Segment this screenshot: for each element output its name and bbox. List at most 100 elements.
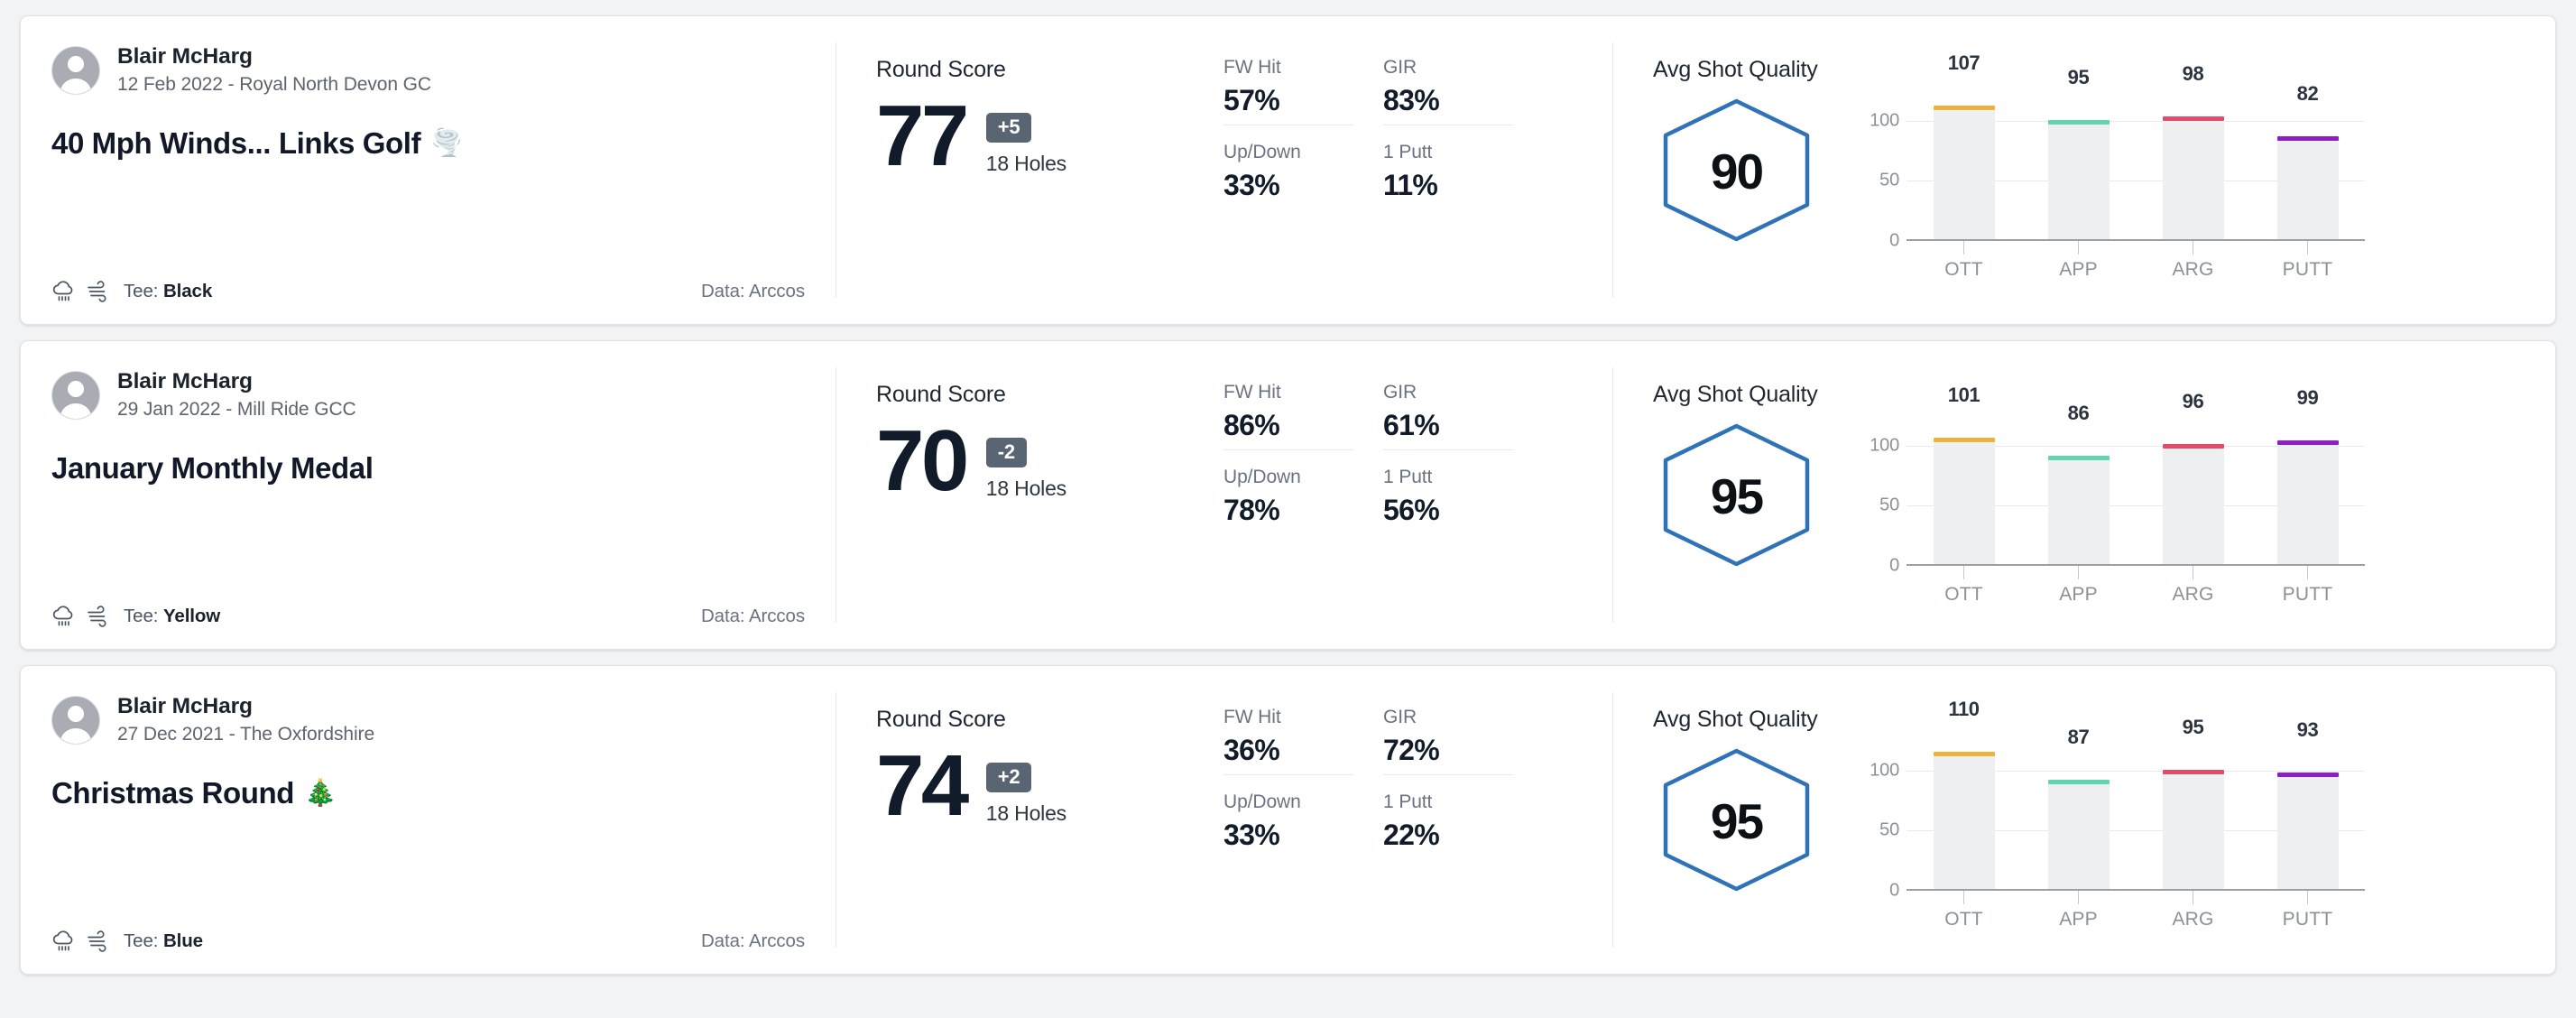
score-column: Round Score 77 +5 18 Holes bbox=[876, 57, 1223, 324]
tee-prefix: Tee: bbox=[124, 606, 163, 626]
round-card-3[interactable]: Blair McHarg 27 Dec 2021 - The Oxfordshi… bbox=[20, 665, 2556, 975]
chart-bars: 110 87 95 93 bbox=[1907, 698, 2365, 889]
stat-gir-value: 83% bbox=[1383, 84, 1440, 116]
chart-y-tick-label: 100 bbox=[1870, 435, 1899, 456]
data-source-label: Data: Arccos bbox=[701, 930, 805, 952]
data-source-value: Arccos bbox=[748, 930, 805, 951]
tee-color-value: Black bbox=[162, 281, 213, 301]
holes-played-label: 18 Holes bbox=[985, 152, 1066, 175]
rain-cloud-icon bbox=[52, 606, 73, 626]
chart-bar-column bbox=[2276, 135, 2339, 239]
chart-bar-value-label: 86 bbox=[2067, 402, 2090, 425]
round-info-section: Blair McHarg 12 Feb 2022 - Royal North D… bbox=[21, 16, 836, 324]
chart-bar[interactable]: 82 bbox=[2269, 82, 2347, 239]
chart-bar-column bbox=[1933, 106, 1995, 239]
chart-bar-cap bbox=[2047, 780, 2110, 784]
round-card-2[interactable]: Blair McHarg 29 Jan 2022 - Mill Ride GCC… bbox=[20, 340, 2556, 650]
stat-one-putt-value: 56% bbox=[1383, 494, 1440, 526]
chart-y-tick-label: 50 bbox=[1879, 170, 1899, 190]
chart-bar[interactable]: 95 bbox=[2155, 716, 2232, 889]
score-section: Round Score 77 +5 18 Holes FW Hit 57% GI… bbox=[836, 16, 1612, 324]
data-source-label: Data: Arccos bbox=[701, 606, 805, 627]
chart-x-tick bbox=[2155, 891, 2232, 907]
shot-quality-hexagon: 95 bbox=[1653, 421, 1820, 569]
chart-x-tick bbox=[2040, 566, 2118, 582]
chart-bar[interactable]: 86 bbox=[2040, 402, 2118, 564]
stat-gir-label: GIR bbox=[1383, 707, 1417, 727]
round-title-emoji: 🌪️ bbox=[430, 129, 463, 158]
stat-gir-value: 72% bbox=[1383, 734, 1440, 766]
chart-bar[interactable]: 95 bbox=[2040, 66, 2118, 239]
round-card-1[interactable]: Blair McHarg 12 Feb 2022 - Royal North D… bbox=[20, 15, 2556, 325]
chart-bar-value-label: 82 bbox=[2296, 81, 2319, 105]
chart-bar-cap bbox=[2276, 773, 2339, 777]
stat-one-putt-value: 11% bbox=[1383, 169, 1438, 201]
chart-bar[interactable]: 96 bbox=[2155, 390, 2232, 564]
chart-bar-value-label: 99 bbox=[2296, 386, 2319, 409]
chart-bar[interactable]: 110 bbox=[1925, 698, 2003, 889]
chart-bar[interactable]: 107 bbox=[1925, 51, 2003, 239]
chart-x-tick bbox=[2269, 891, 2347, 907]
chart-bar-value-label: 110 bbox=[1948, 698, 1980, 721]
player-meta: Blair McHarg 29 Jan 2022 - Mill Ride GCC bbox=[117, 369, 356, 421]
stat-gir: GIR 61% bbox=[1383, 382, 1514, 450]
chart-x-label: OTT bbox=[1944, 584, 1983, 605]
round-title-text: Christmas Round bbox=[51, 776, 295, 810]
chart-bar-cap bbox=[1933, 752, 1995, 757]
stat-gir-label: GIR bbox=[1383, 382, 1417, 403]
round-title: 40 Mph Winds... Links Golf 🌪️ bbox=[51, 126, 805, 161]
chart-bar-value-label: 95 bbox=[2182, 716, 2204, 739]
chart-x-label: PUTT bbox=[2282, 909, 2333, 930]
chart-bar[interactable]: 93 bbox=[2269, 718, 2347, 889]
hexagon-score-value: 95 bbox=[1711, 468, 1764, 524]
chart-x-label: ARG bbox=[2172, 259, 2214, 280]
chart-bar-cap bbox=[2162, 444, 2224, 449]
stat-one-putt-label: 1 Putt bbox=[1383, 467, 1433, 487]
hexagon-badge-icon: 90 bbox=[1663, 98, 1810, 242]
stat-one-putt: 1 Putt 22% bbox=[1383, 791, 1514, 859]
player-name: Blair McHarg bbox=[117, 694, 253, 718]
chart-bar-cap bbox=[2162, 116, 2224, 122]
shot-quality-hexagon: 90 bbox=[1653, 97, 1820, 244]
stat-gir-label: GIR bbox=[1383, 57, 1417, 78]
condition-icons bbox=[51, 280, 112, 303]
card-footer: Tee: Black Data: Arccos bbox=[51, 259, 805, 324]
chart-x-tick-mark bbox=[2307, 566, 2308, 579]
score-section: Round Score 70 -2 18 Holes FW Hit 86% GI… bbox=[836, 341, 1612, 649]
stat-up-down-label: Up/Down bbox=[1223, 467, 1301, 487]
chart-y-tick-label: 0 bbox=[1889, 555, 1899, 576]
stats-grid: FW Hit 86% GIR 61% Up/Down 78% 1 Putt 56… bbox=[1223, 382, 1514, 649]
tee-color-value: Blue bbox=[162, 930, 203, 951]
chart-x-ticks bbox=[1907, 566, 2365, 582]
rain-cloud-icon bbox=[52, 930, 73, 951]
stat-fw-hit: FW Hit 57% bbox=[1223, 57, 1354, 125]
avatar bbox=[51, 370, 100, 420]
chart-bar-value-label: 96 bbox=[2182, 390, 2204, 412]
chart-y-tick-label: 0 bbox=[1889, 880, 1899, 901]
round-score-label: Round Score bbox=[876, 707, 1006, 732]
shot-quality-section: Avg Shot Quality 90 100 50 0 107 95 98 82 OTT… bbox=[1613, 16, 2555, 324]
chart-bar-value-label: 98 bbox=[2182, 62, 2204, 86]
chart-bar-cap bbox=[1933, 438, 1995, 443]
chart-x-label: PUTT bbox=[2282, 259, 2333, 280]
chart-bar[interactable]: 87 bbox=[2040, 726, 2118, 889]
player-meta: Blair McHarg 27 Dec 2021 - The Oxfordshi… bbox=[117, 694, 374, 745]
chart-x-label: ARG bbox=[2172, 584, 2214, 605]
chart-y-axis: 100 50 0 bbox=[1860, 746, 1899, 900]
hexagon-badge-icon: 95 bbox=[1663, 748, 1810, 892]
chart-bar-column bbox=[2276, 773, 2339, 889]
shot-quality-section: Avg Shot Quality 95 100 50 0 110 87 95 93 OTT… bbox=[1613, 666, 2555, 974]
avg-shot-quality-label: Avg Shot Quality bbox=[1653, 707, 1818, 732]
round-title-text: January Monthly Medal bbox=[51, 451, 374, 485]
chart-bar[interactable]: 101 bbox=[1925, 384, 2003, 564]
player-name: Blair McHarg bbox=[117, 369, 253, 393]
player-row: Blair McHarg 29 Jan 2022 - Mill Ride GCC bbox=[51, 369, 805, 421]
stat-fw-hit: FW Hit 36% bbox=[1223, 707, 1354, 775]
shot-quality-section: Avg Shot Quality 95 100 50 0 101 86 96 99 OTT… bbox=[1613, 341, 2555, 649]
holes-played-label: 18 Holes bbox=[985, 801, 1066, 825]
avatar-head-icon bbox=[68, 55, 84, 72]
score-row: 70 -2 18 Holes bbox=[876, 417, 1223, 504]
chart-bar[interactable]: 99 bbox=[2269, 386, 2347, 564]
chart-bar-cap bbox=[2047, 120, 2110, 125]
chart-bar[interactable]: 98 bbox=[2155, 62, 2232, 239]
